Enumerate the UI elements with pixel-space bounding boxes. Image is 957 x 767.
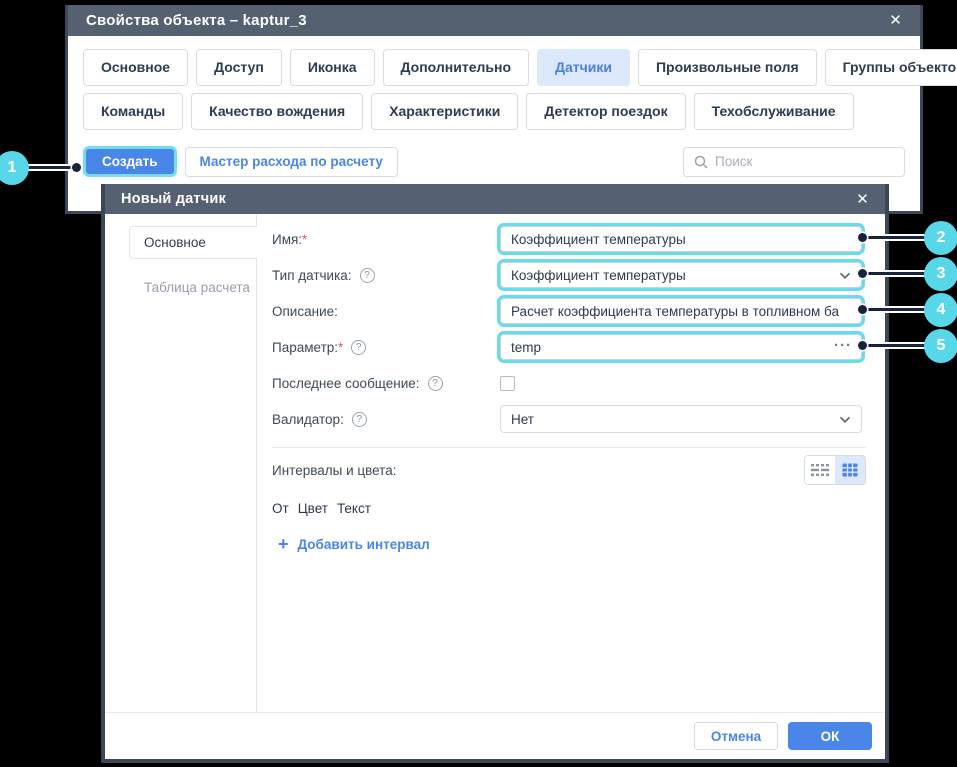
callout-5-line bbox=[866, 342, 926, 349]
sensor-type-row: Тип датчика: ? Коэффициент температуры bbox=[272, 257, 866, 293]
column-color: Цвет bbox=[298, 501, 328, 516]
name-input[interactable] bbox=[511, 232, 851, 247]
search-input[interactable] bbox=[715, 154, 894, 169]
description-input[interactable] bbox=[511, 304, 851, 319]
object-properties-window: Свойства объекта – kaptur_3 ✕ Основное Д… bbox=[65, 5, 923, 214]
intervals-list-view-button[interactable] bbox=[805, 456, 835, 484]
intervals-view-toggle bbox=[804, 455, 866, 485]
sensor-type-value: Коэффициент температуры bbox=[511, 268, 686, 283]
parameter-field: ··· bbox=[500, 334, 862, 360]
parameter-label: Параметр:* bbox=[272, 340, 343, 355]
last-message-row: Последнее сообщение: ? bbox=[272, 365, 866, 401]
tab-unit-groups[interactable]: Группы объектов bbox=[825, 49, 957, 86]
add-interval-link[interactable]: + Добавить интервал bbox=[272, 535, 866, 553]
callout-4-badge: 4 bbox=[924, 293, 957, 327]
chevron-down-icon bbox=[839, 272, 851, 280]
tab-maintenance[interactable]: Техобслуживание bbox=[694, 93, 854, 130]
help-icon[interactable]: ? bbox=[351, 340, 366, 355]
required-mark: * bbox=[302, 232, 307, 247]
intervals-table-view-button[interactable] bbox=[835, 456, 865, 484]
callout-3-line bbox=[866, 270, 926, 277]
parameter-input[interactable] bbox=[511, 340, 811, 355]
sensor-search-box[interactable] bbox=[683, 147, 905, 177]
column-from: От bbox=[272, 501, 289, 516]
validator-select[interactable]: Нет bbox=[500, 405, 862, 433]
new-sensor-dialog: Новый датчик ✕ Основное Таблица расчета … bbox=[101, 184, 889, 763]
parameter-more-button[interactable]: ··· bbox=[834, 337, 852, 354]
tab-custom-fields[interactable]: Произвольные поля bbox=[638, 49, 817, 86]
intervals-section-label: Интервалы и цвета: bbox=[272, 463, 396, 478]
callout-3-badge: 3 bbox=[924, 257, 957, 291]
callout-1-dot bbox=[72, 163, 81, 172]
intervals-table-icon bbox=[842, 463, 858, 477]
callout-1-badge: 1 bbox=[0, 151, 29, 185]
object-properties-titlebar: Свойства объекта – kaptur_3 ✕ bbox=[68, 5, 920, 36]
dialog-sidebar: Основное Таблица расчета bbox=[105, 214, 257, 712]
column-text: Текст bbox=[337, 501, 371, 516]
last-message-label: Последнее сообщение: bbox=[272, 376, 420, 391]
description-field bbox=[500, 298, 862, 324]
description-label: Описание: bbox=[272, 304, 338, 319]
tab-advanced[interactable]: Дополнительно bbox=[383, 49, 529, 86]
callout-2-line bbox=[866, 234, 926, 241]
cancel-button[interactable]: Отмена bbox=[694, 722, 778, 750]
last-message-checkbox[interactable] bbox=[500, 376, 515, 391]
help-icon[interactable]: ? bbox=[428, 376, 443, 391]
callout-5-dot bbox=[858, 341, 867, 350]
sidebar-tab-main[interactable]: Основное bbox=[129, 226, 257, 259]
callout-5-badge: 5 bbox=[924, 329, 957, 363]
intervals-list-icon bbox=[811, 463, 829, 477]
callout-1-line bbox=[27, 164, 75, 171]
tab-trip-detector[interactable]: Детектор поездок bbox=[526, 93, 685, 130]
new-sensor-titlebar: Новый датчик ✕ bbox=[105, 184, 885, 214]
tab-commands[interactable]: Команды bbox=[83, 93, 183, 130]
validator-label: Валидатор: bbox=[272, 412, 344, 427]
sidebar-tab-calculation-table[interactable]: Таблица расчета bbox=[129, 271, 256, 304]
tabs-row-2: Команды Качество вождения Характеристики… bbox=[83, 93, 905, 130]
sensor-type-select[interactable]: Коэффициент температуры bbox=[500, 262, 862, 288]
tab-profile[interactable]: Характеристики bbox=[371, 93, 518, 130]
properties-tabs: Основное Доступ Иконка Дополнительно Дат… bbox=[68, 36, 920, 130]
callout-3-dot bbox=[858, 269, 867, 278]
consumption-wizard-button[interactable]: Мастер расхода по расчету bbox=[185, 147, 398, 177]
description-row: Описание: bbox=[272, 293, 866, 329]
window-title: Свойства объекта – kaptur_3 bbox=[86, 12, 307, 29]
tab-access[interactable]: Доступ bbox=[196, 49, 282, 86]
help-icon[interactable]: ? bbox=[360, 268, 375, 283]
new-sensor-body: Основное Таблица расчета Имя:* Тип датчи… bbox=[105, 214, 885, 712]
callout-4-dot bbox=[858, 305, 867, 314]
callout-2-dot bbox=[858, 233, 867, 242]
sensors-toolbar: Создать Мастер расхода по расчету bbox=[68, 146, 920, 177]
ok-button[interactable]: ОК bbox=[788, 722, 872, 750]
validator-row: Валидатор: ? Нет bbox=[272, 401, 866, 437]
intervals-column-headers: От Цвет Текст bbox=[272, 501, 866, 516]
intervals-section-row: Интервалы и цвета: bbox=[272, 448, 866, 492]
callout-4-line bbox=[866, 306, 926, 313]
dialog-title: Новый датчик bbox=[121, 191, 226, 207]
tabs-row-1: Основное Доступ Иконка Дополнительно Дат… bbox=[83, 49, 905, 86]
create-sensor-button[interactable]: Создать bbox=[83, 146, 177, 177]
dialog-close-icon[interactable]: ✕ bbox=[856, 192, 869, 207]
validator-value: Нет bbox=[511, 412, 534, 427]
help-icon[interactable]: ? bbox=[352, 412, 367, 427]
name-row: Имя:* bbox=[272, 221, 866, 257]
dialog-footer: Отмена ОК bbox=[105, 712, 885, 759]
close-icon[interactable]: ✕ bbox=[889, 13, 902, 28]
name-field bbox=[500, 226, 862, 252]
name-label: Имя:* bbox=[272, 232, 307, 247]
chevron-down-icon bbox=[839, 416, 851, 424]
tab-icon[interactable]: Иконка bbox=[290, 49, 375, 86]
add-interval-label: Добавить интервал bbox=[298, 537, 430, 552]
callout-2-badge: 2 bbox=[924, 221, 957, 255]
tab-eco-driving[interactable]: Качество вождения bbox=[191, 93, 363, 130]
plus-icon: + bbox=[278, 535, 289, 553]
tab-main[interactable]: Основное bbox=[83, 49, 188, 86]
parameter-row: Параметр:* ? ··· bbox=[272, 329, 866, 365]
dialog-content: Имя:* Тип датчика: ? Коэффициент темпера… bbox=[257, 214, 885, 712]
sensor-type-label: Тип датчика: bbox=[272, 268, 352, 283]
tab-sensors[interactable]: Датчики bbox=[537, 49, 630, 86]
search-icon bbox=[694, 155, 708, 169]
required-mark: * bbox=[338, 340, 343, 355]
